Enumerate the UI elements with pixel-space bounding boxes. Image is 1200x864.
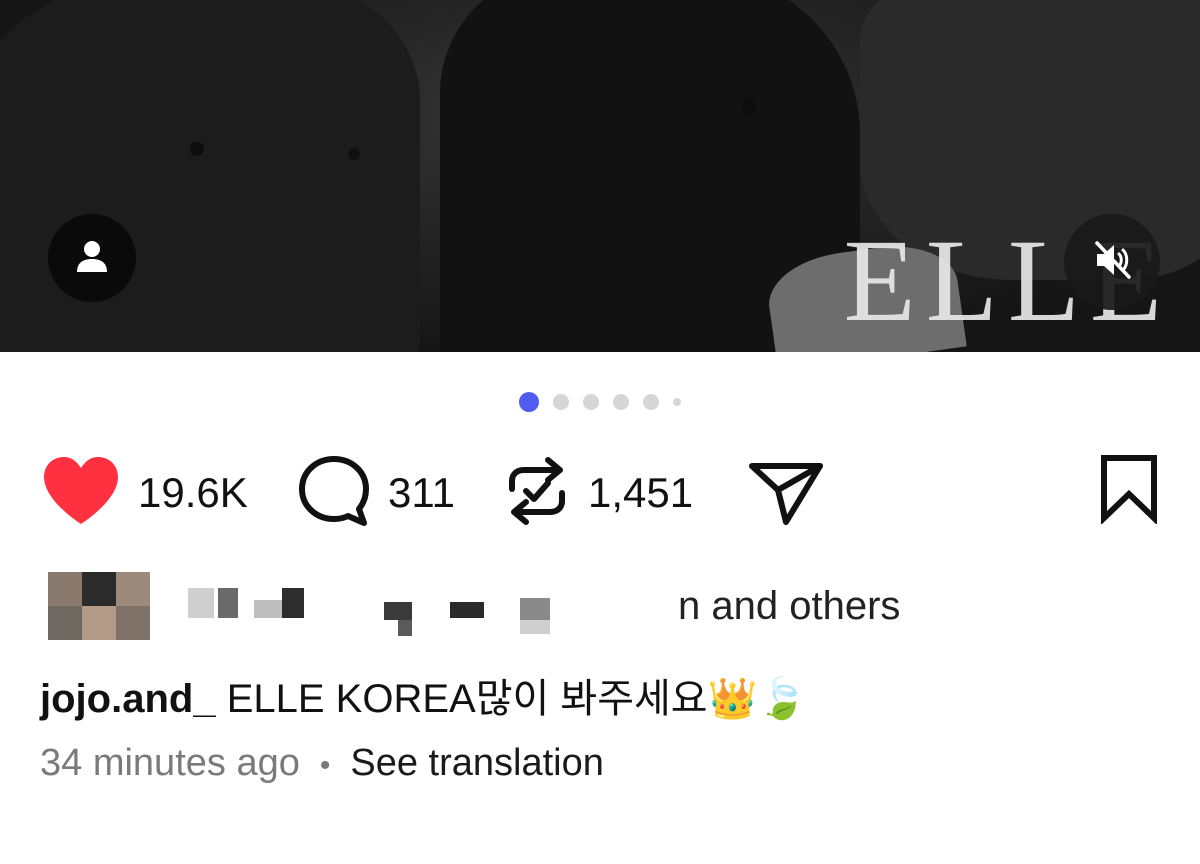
repost-icon[interactable]: [502, 453, 572, 534]
repost-count: 1,451: [588, 469, 694, 516]
tagged-people-button[interactable]: [48, 214, 136, 302]
post-media[interactable]: ELLE: [0, 0, 1200, 352]
comment-action[interactable]: 311: [296, 452, 455, 534]
comment-icon[interactable]: [296, 453, 372, 534]
meta-separator: •: [319, 749, 331, 782]
button-detail: [348, 148, 360, 160]
comment-count: 311: [388, 469, 455, 516]
carousel-dot: [613, 394, 629, 410]
bookmark-icon[interactable]: [1098, 455, 1160, 528]
send-icon[interactable]: [746, 454, 826, 533]
caption-text: ELLE KOREA많이 봐주세요👑🍃: [215, 677, 808, 721]
person-icon: [72, 236, 112, 281]
speaker-muted-icon: [1089, 237, 1135, 288]
carousel-indicator: [0, 392, 1200, 412]
like-count: 19.6K: [138, 469, 248, 516]
carousel-dot: [583, 394, 599, 410]
repost-action[interactable]: 1,451: [502, 452, 693, 534]
liked-by-row[interactable]: n and others: [48, 572, 1048, 642]
post-caption: jojo.and_ ELLE KOREA많이 봐주세요👑🍃: [40, 666, 807, 724]
post-meta: 34 minutes ago • See translation: [40, 742, 604, 785]
caption-username[interactable]: jojo.and_: [40, 677, 216, 721]
like-action[interactable]: 19.6K: [40, 452, 248, 534]
carousel-dot: [553, 394, 569, 410]
media-shape: [0, 0, 420, 352]
carousel-dot: [643, 394, 659, 410]
liked-by-text: n and others: [678, 584, 901, 628]
carousel-dot-active: [519, 392, 539, 412]
save-button[interactable]: [1098, 454, 1160, 529]
share-action[interactable]: [746, 452, 826, 534]
heart-filled-icon[interactable]: [40, 454, 122, 533]
button-detail: [190, 142, 204, 156]
liked-by-avatars[interactable]: [48, 572, 152, 640]
carousel-dot: [673, 398, 681, 406]
post-actions: 19.6K 311 1,451: [40, 452, 1160, 534]
mute-button[interactable]: [1064, 214, 1160, 310]
button-detail: [742, 98, 756, 116]
post-timestamp: 34 minutes ago: [40, 742, 300, 784]
see-translation-link[interactable]: See translation: [350, 742, 604, 784]
